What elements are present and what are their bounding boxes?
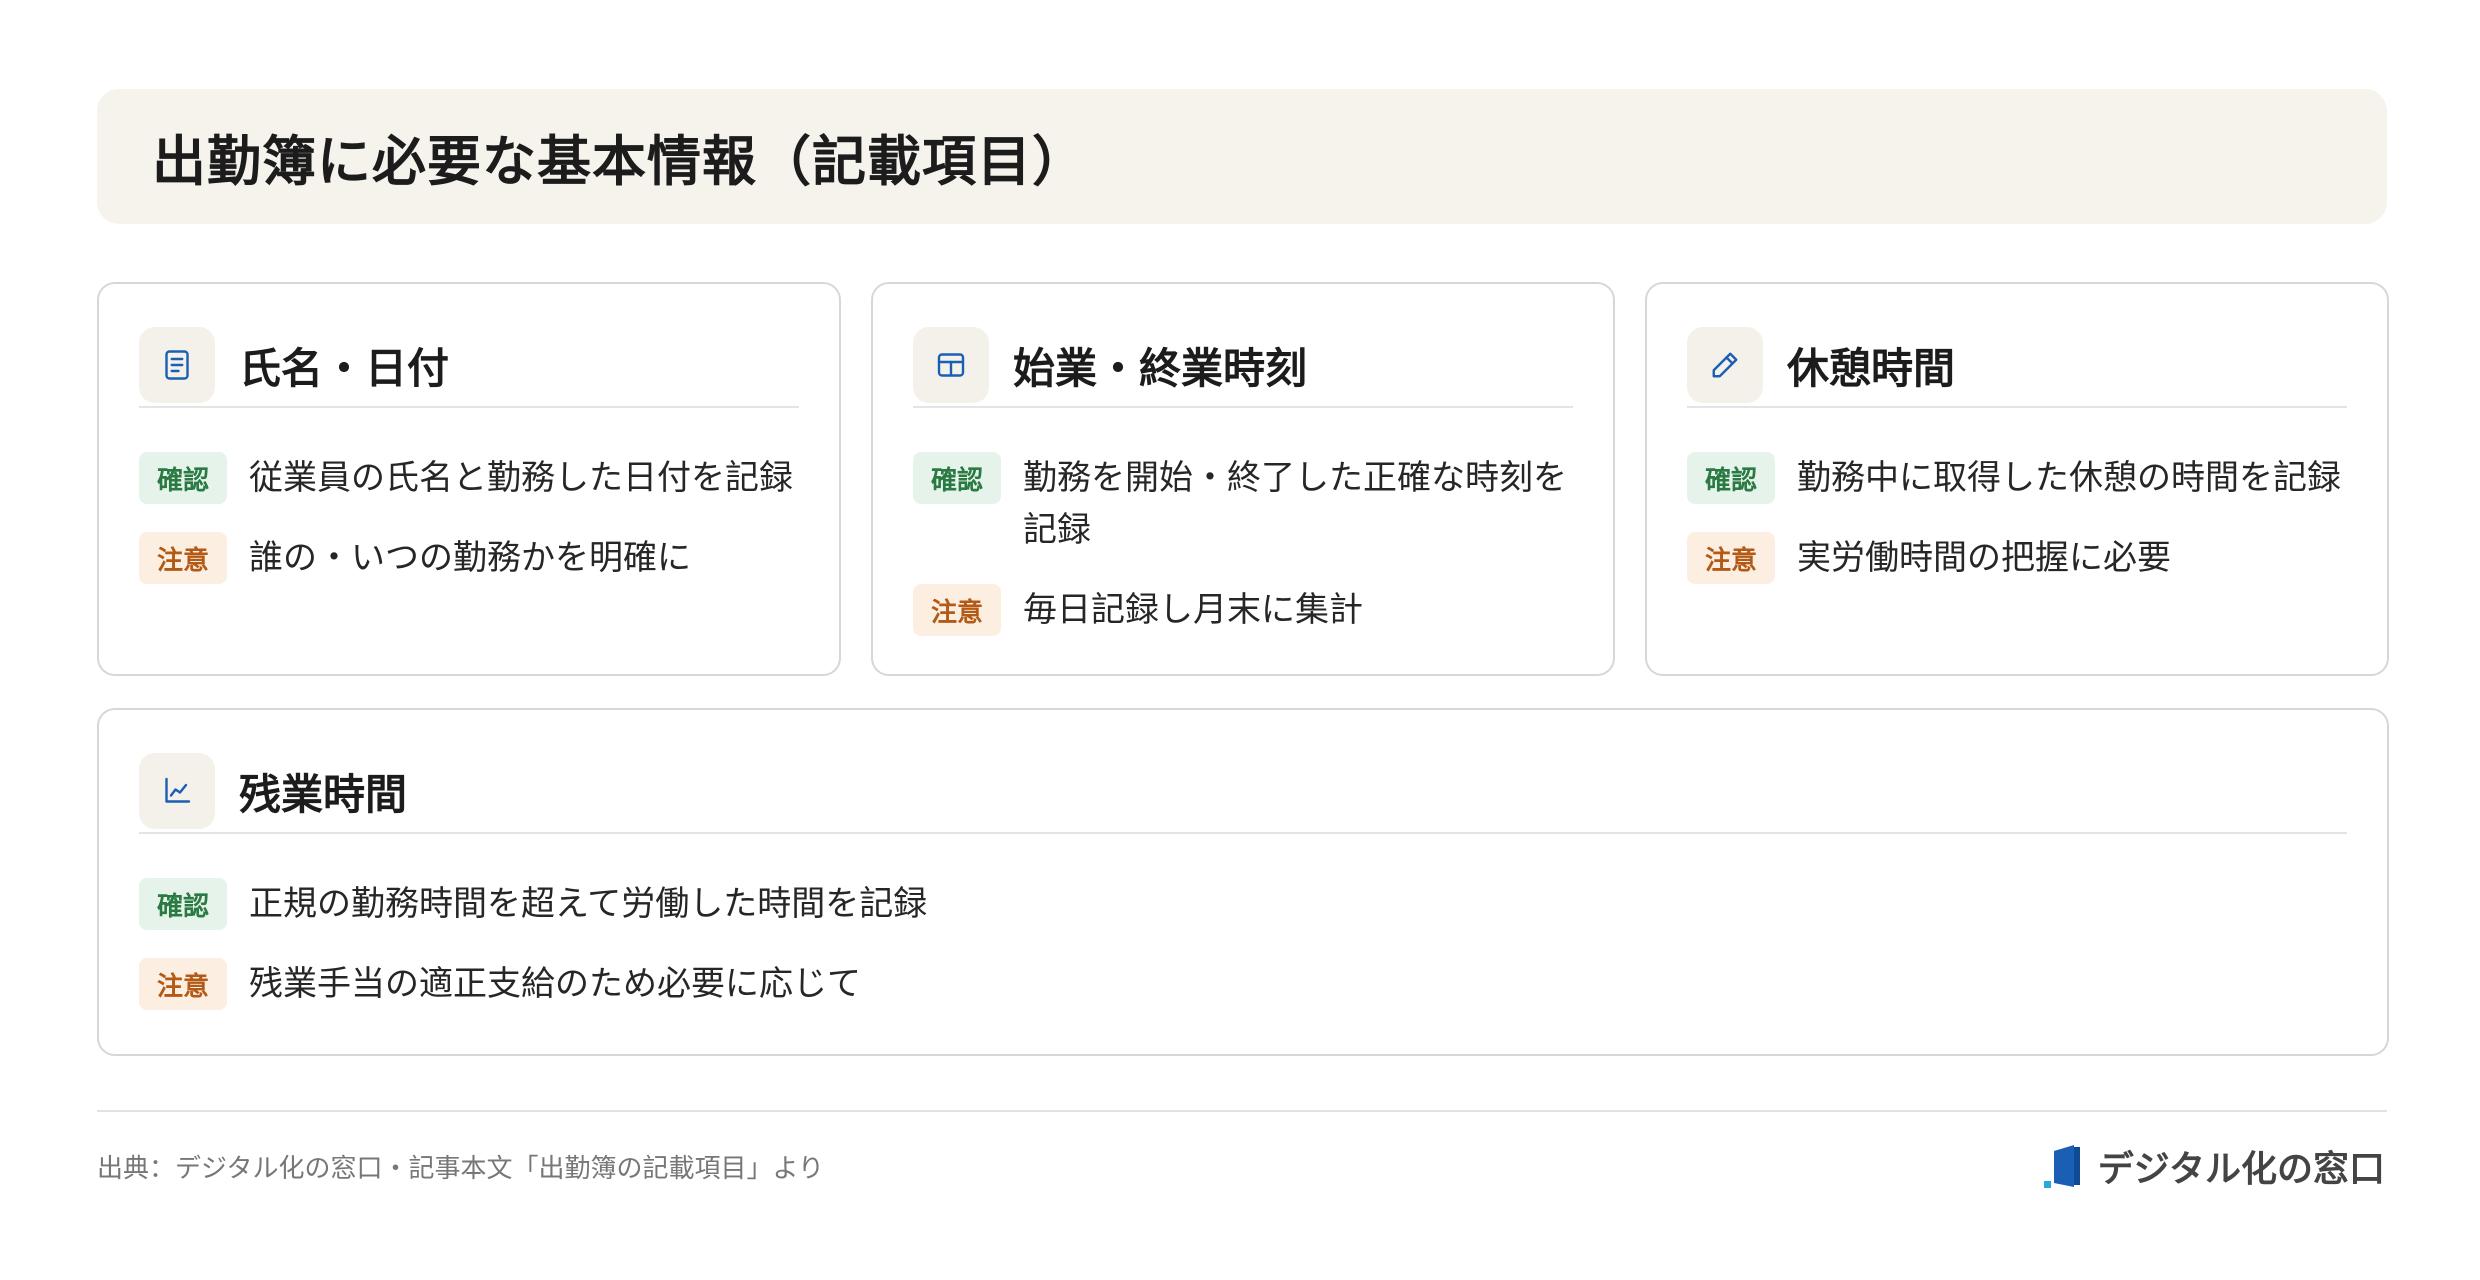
row-caution: 注意 残業手当の適正支給のため必要に応じて	[139, 958, 2347, 1010]
row-confirm: 確認 従業員の氏名と勤務した日付を記録	[139, 452, 799, 504]
card-rows: 確認 勤務を開始・終了した正確な時刻を記録 注意 毎日記録し月末に集計	[913, 452, 1573, 664]
window-logo-icon	[2043, 1145, 2080, 1188]
card-rows: 確認 勤務中に取得した休憩の時間を記録 注意 実労働時間の把握に必要	[1687, 452, 2347, 612]
row-text: 誰の・いつの勤務かを明確に	[249, 538, 691, 578]
row-text: 毎日記録し月末に集計	[1023, 590, 1363, 630]
card-rows: 確認 従業員の氏名と勤務した日付を記録 注意 誰の・いつの勤務かを明確に	[139, 452, 799, 612]
confirm-badge: 確認	[1687, 452, 1775, 504]
page: 出勤簿に必要な基本情報（記載項目） 氏名・日付 確認 従業員の氏名と勤務した日付…	[0, 0, 2480, 1280]
confirm-badge: 確認	[913, 452, 1001, 504]
title-banner: 出勤簿に必要な基本情報（記載項目）	[97, 89, 2387, 224]
row-text: 正規の勤務時間を超えて労働した時間を記録	[249, 884, 928, 924]
row-text: 実労働時間の把握に必要	[1797, 538, 2171, 578]
page-title: 出勤簿に必要な基本情報（記載項目）	[152, 130, 1087, 193]
caution-badge: 注意	[139, 532, 227, 584]
card-header: 始業・終業時刻	[913, 324, 1573, 408]
card-header: 氏名・日付	[139, 324, 799, 408]
brand-logo[interactable]: デジタル化の窓口	[2043, 1140, 2385, 1192]
confirm-badge: 確認	[139, 452, 227, 504]
row-caution: 注意 毎日記録し月末に集計	[913, 584, 1573, 636]
row-caution: 注意 実労働時間の把握に必要	[1687, 532, 2347, 584]
pencil-icon	[1687, 327, 1763, 403]
logo-text: デジタル化の窓口	[2097, 1149, 2385, 1190]
source-note: 出典：デジタル化の窓口・記事本文「出勤簿の記載項目」より	[97, 1154, 824, 1184]
row-caution: 注意 誰の・いつの勤務かを明確に	[139, 532, 799, 584]
row-confirm: 確認 勤務中に取得した休憩の時間を記録	[1687, 452, 2347, 504]
card-title: 氏名・日付	[239, 343, 450, 393]
table-icon	[913, 327, 989, 403]
card-name-date: 氏名・日付 確認 従業員の氏名と勤務した日付を記録 注意 誰の・いつの勤務かを明…	[97, 282, 841, 676]
caution-badge: 注意	[913, 584, 1001, 636]
row-text: 従業員の氏名と勤務した日付を記録	[249, 458, 793, 498]
row-text: 勤務を開始・終了した正確な時刻を記録	[1023, 458, 1567, 550]
card-break-time: 休憩時間 確認 勤務中に取得した休憩の時間を記録 注意 実労働時間の把握に必要	[1645, 282, 2389, 676]
card-title: 休憩時間	[1787, 343, 1956, 393]
row-confirm: 確認 正規の勤務時間を超えて労働した時間を記録	[139, 878, 2347, 930]
card-header: 残業時間	[139, 750, 2347, 834]
confirm-badge: 確認	[139, 878, 227, 930]
card-title: 始業・終業時刻	[1013, 343, 1308, 393]
card-overtime: 残業時間 確認 正規の勤務時間を超えて労働した時間を記録 注意 残業手当の適正支…	[97, 708, 2389, 1056]
footer-divider	[97, 1110, 2387, 1112]
card-start-end-time: 始業・終業時刻 確認 勤務を開始・終了した正確な時刻を記録 注意 毎日記録し月末…	[871, 282, 1615, 676]
card-rows: 確認 正規の勤務時間を超えて労働した時間を記録 注意 残業手当の適正支給のため必…	[139, 878, 2347, 1038]
row-confirm: 確認 勤務を開始・終了した正確な時刻を記録	[913, 452, 1573, 556]
caution-badge: 注意	[139, 958, 227, 1010]
caution-badge: 注意	[1687, 532, 1775, 584]
row-text: 勤務中に取得した休憩の時間を記録	[1797, 458, 2341, 498]
row-text: 残業手当の適正支給のため必要に応じて	[249, 964, 861, 1004]
card-title: 残業時間	[239, 769, 408, 819]
line-chart-icon	[139, 753, 215, 829]
card-header: 休憩時間	[1687, 324, 2347, 408]
document-icon	[139, 327, 215, 403]
